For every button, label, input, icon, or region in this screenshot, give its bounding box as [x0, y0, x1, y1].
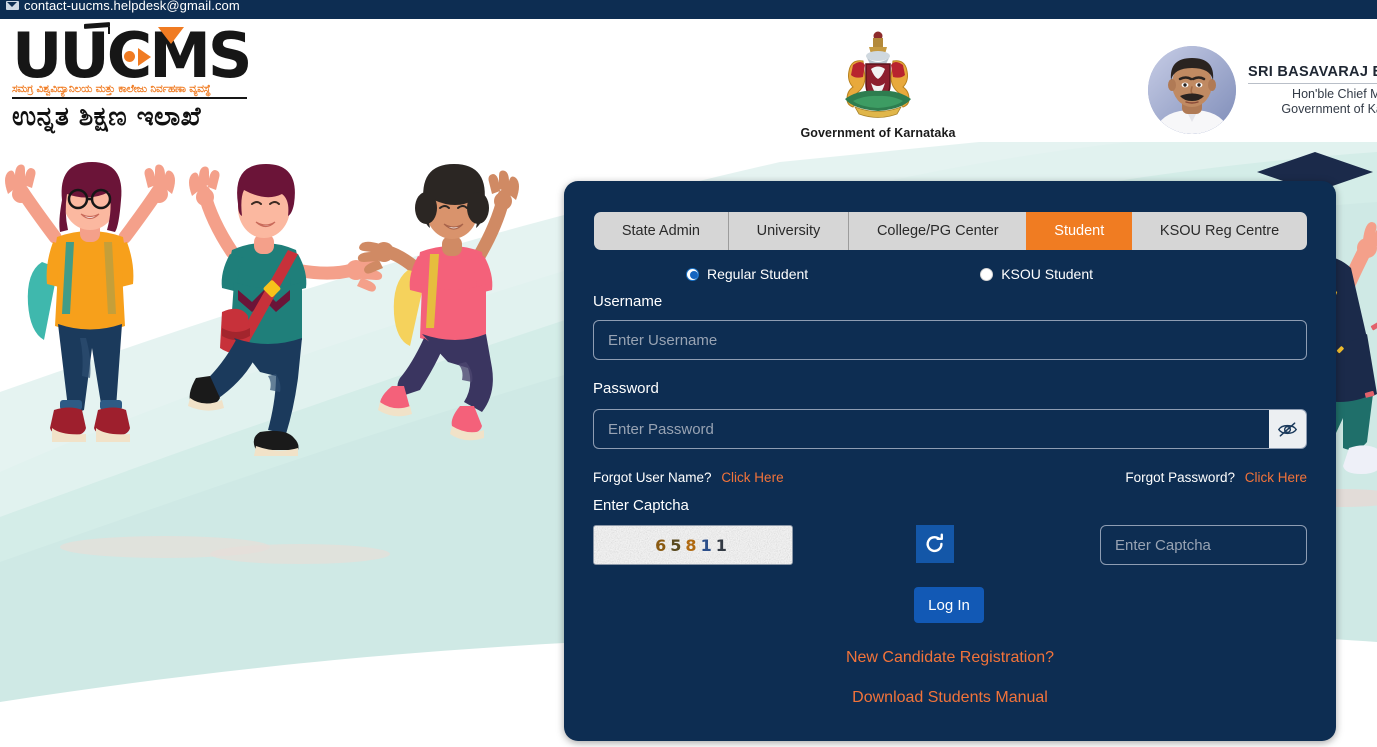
graduation-cap-icon — [84, 22, 110, 34]
password-input[interactable] — [593, 409, 1269, 449]
site-header: UUCMS ಸಮಗ್ರ ವಿಶ್ವವಿದ್ಯಾನಿಲಯ ಮತ್ತು ಕಾಲೇಜು… — [0, 19, 1377, 142]
karnataka-state-emblem-icon — [845, 31, 911, 118]
chief-minister-avatar — [1148, 46, 1236, 134]
chief-minister-name: SRI BASAVARAJ BOMMAI — [1248, 63, 1377, 80]
logo-arrow-icon — [138, 48, 151, 66]
login-panel: State Admin University College/PG Center… — [564, 181, 1336, 741]
forgot-username-text: Forgot User Name? — [593, 470, 712, 485]
username-input[interactable] — [593, 320, 1307, 360]
radio-ksou-student-button[interactable] — [980, 267, 994, 281]
captcha-image: 65811 — [593, 525, 793, 565]
radio-ksou-student[interactable]: KSOU Student — [980, 266, 1093, 282]
captcha-label: Enter Captcha — [593, 497, 689, 514]
chief-minister-block: SRI BASAVARAJ BOMMAI Hon'ble Chief Minis… — [1148, 46, 1377, 134]
login-button[interactable]: Log In — [914, 587, 984, 623]
new-candidate-registration-link[interactable]: New Candidate Registration? — [564, 649, 1336, 667]
tab-ksou-reg-centre[interactable]: KSOU Reg Centre — [1132, 212, 1307, 250]
username-label: Username — [593, 293, 663, 310]
forgot-password-row: Forgot Password? Click Here — [1125, 470, 1307, 485]
login-page: contact-uucms.helpdesk@gmail.com UUCMS ಸ… — [0, 0, 1377, 747]
uucms-wordmark: UUCMS — [12, 22, 253, 87]
logo-kannada-department: ಉನ್ನತ ಶಿಕ್ಷಣ ಇಲಾಖೆ — [12, 102, 202, 132]
tab-college-pg-center[interactable]: College/PG Center — [849, 212, 1026, 250]
download-students-manual-link[interactable]: Download Students Manual — [564, 689, 1336, 707]
envelope-icon — [6, 0, 19, 10]
forgot-password-text: Forgot Password? — [1125, 470, 1235, 485]
tab-student[interactable]: Student — [1026, 212, 1133, 250]
password-label: Password — [593, 380, 659, 397]
captcha-input[interactable] — [1100, 525, 1307, 565]
government-caption: Government of Karnataka — [800, 126, 956, 140]
refresh-icon — [926, 533, 943, 553]
tab-state-admin[interactable]: State Admin — [594, 212, 729, 250]
logo-triangle-icon — [158, 27, 184, 44]
radio-regular-student[interactable]: Regular Student — [686, 266, 808, 282]
divider — [1248, 82, 1377, 84]
radio-regular-student-button[interactable] — [686, 267, 699, 281]
captcha-refresh-button[interactable] — [916, 525, 954, 563]
forgot-password-link[interactable]: Click Here — [1245, 470, 1307, 485]
forgot-username-link[interactable]: Click Here — [721, 470, 783, 485]
chief-minister-details: SRI BASAVARAJ BOMMAI Hon'ble Chief Minis… — [1248, 64, 1377, 117]
radio-ksou-student-label: KSOU Student — [1001, 266, 1094, 282]
captcha-code: 65811 — [655, 535, 731, 555]
password-visibility-toggle[interactable] — [1269, 409, 1307, 449]
contact-bar: contact-uucms.helpdesk@gmail.com — [0, 0, 1377, 19]
contact-email[interactable]: contact-uucms.helpdesk@gmail.com — [24, 0, 240, 13]
radio-regular-student-label: Regular Student — [707, 266, 809, 282]
logo-dot-icon — [124, 51, 135, 62]
forgot-username-row: Forgot User Name? Click Here — [593, 470, 784, 485]
chief-minister-government: Government of Karnataka — [1281, 101, 1377, 116]
login-role-tabs[interactable]: State Admin University College/PG Center… — [594, 212, 1307, 250]
government-emblem-block: Government of Karnataka — [798, 27, 958, 140]
student-type-radio-group[interactable]: Regular Student KSOU Student — [686, 266, 1106, 282]
uucms-logo[interactable]: UUCMS ಸಮಗ್ರ ವಿಶ್ವವಿದ್ಯಾನಿಲಯ ಮತ್ತು ಕಾಲೇಜು… — [12, 22, 253, 133]
eye-slash-icon — [1278, 421, 1297, 437]
tab-university[interactable]: University — [729, 212, 850, 250]
chief-minister-role: Hon'ble Chief Minister — [1292, 86, 1377, 101]
